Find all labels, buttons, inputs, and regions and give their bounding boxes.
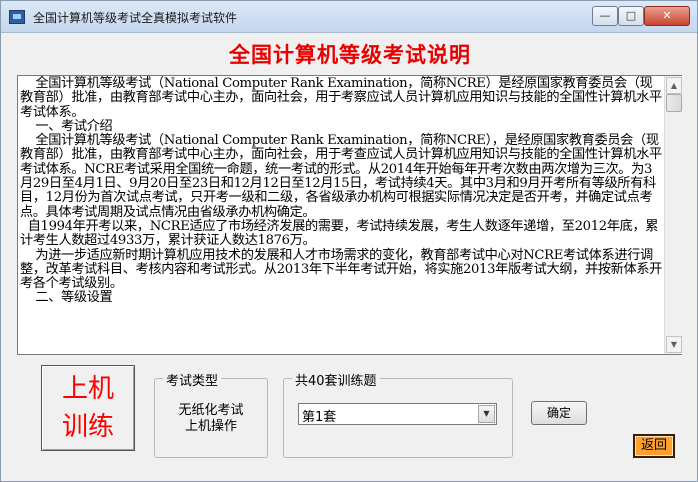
train-button-line2: 训练 bbox=[61, 412, 114, 442]
confirm-button[interactable]: 确定 bbox=[531, 401, 587, 425]
exam-type-line1: 无纸化考试 bbox=[178, 403, 244, 418]
scroll-thumb[interactable] bbox=[666, 94, 682, 112]
app-icon bbox=[9, 10, 25, 24]
exam-type-line2: 上机操作 bbox=[184, 419, 237, 434]
training-sets-group: 共40套训练题 第1套 ▼ bbox=[283, 370, 513, 458]
exam-type-legend: 考试类型 bbox=[163, 370, 222, 389]
exam-type-value: 无纸化考试 上机操作 bbox=[169, 403, 253, 435]
exam-type-group: 考试类型 无纸化考试 上机操作 bbox=[154, 370, 268, 458]
window-title: 全国计算机等级考试全真模拟考试软件 bbox=[33, 11, 238, 25]
scroll-down-icon[interactable]: ▼ bbox=[666, 336, 682, 353]
description-text: 全国计算机等级考试（National Computer Rank Examina… bbox=[18, 76, 664, 354]
training-set-selected: 第1套 bbox=[302, 410, 337, 425]
description-paragraph: 为进一步适应新时期计算机应用技术的发展和人才市场需求的变化，教育部考试中心对NC… bbox=[20, 247, 663, 292]
page-title: 全国计算机等级考试说明 bbox=[229, 42, 471, 67]
description-paragraph: 全国计算机等级考试（National Computer Rank Examina… bbox=[20, 133, 662, 220]
start-training-button[interactable]: 上机 训练 bbox=[41, 365, 135, 451]
description-paragraph: 全国计算机等级考试（National Computer Rank Examina… bbox=[20, 76, 662, 120]
main-window: 全国计算机等级考试全真模拟考试软件 — □ ✕ 全国计算机等级考试说明 全国计算… bbox=[0, 0, 698, 482]
training-set-select[interactable]: 第1套 ▼ bbox=[298, 403, 497, 425]
back-button[interactable]: 返回 bbox=[633, 434, 675, 458]
title-bar[interactable]: 全国计算机等级考试全真模拟考试软件 — □ ✕ bbox=[1, 1, 697, 33]
vertical-scrollbar[interactable]: ▲ ▼ bbox=[664, 76, 682, 354]
train-button-line1: 上机 bbox=[61, 374, 114, 404]
maximize-button[interactable]: □ bbox=[618, 6, 644, 26]
chevron-down-icon[interactable]: ▼ bbox=[478, 405, 495, 423]
training-sets-legend: 共40套训练题 bbox=[292, 370, 380, 389]
description-paragraph: 自1994年开考以来，NCRE适应了市场经济发展的需要，考试持续发展，考生人数逐… bbox=[20, 218, 659, 249]
minimize-button[interactable]: — bbox=[592, 6, 618, 26]
description-paragraph: 二、等级设置 bbox=[20, 290, 113, 306]
description-textbox[interactable]: 全国计算机等级考试（National Computer Rank Examina… bbox=[17, 75, 682, 355]
scroll-up-icon[interactable]: ▲ bbox=[666, 77, 682, 94]
close-button[interactable]: ✕ bbox=[644, 6, 690, 26]
